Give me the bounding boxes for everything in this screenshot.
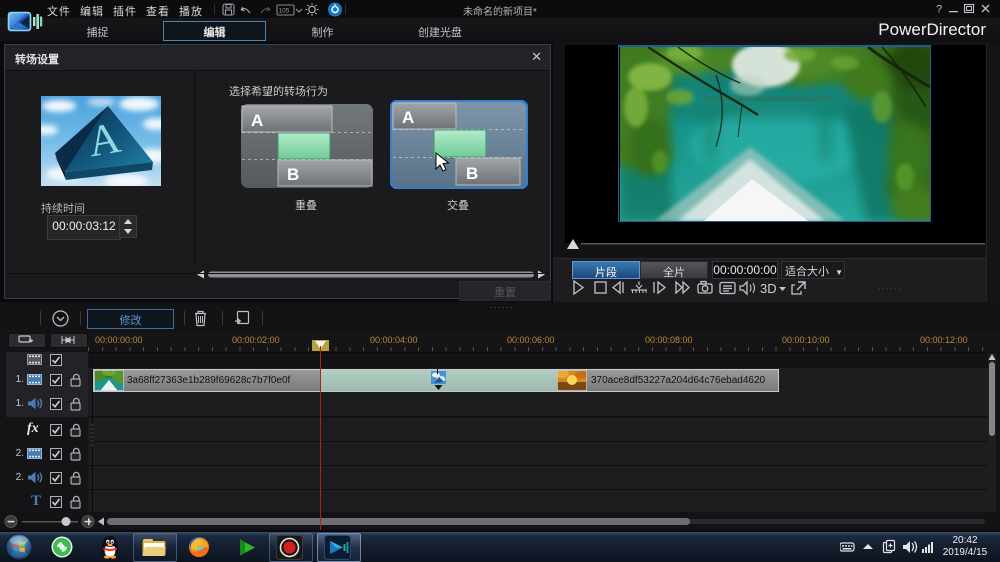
svg-text:A: A	[251, 111, 263, 130]
svg-text:B: B	[466, 164, 478, 183]
svg-text:3D: 3D	[760, 281, 777, 296]
svg-text:?: ?	[936, 4, 942, 16]
svg-text:B: B	[287, 165, 299, 184]
svg-text:A: A	[402, 108, 414, 127]
